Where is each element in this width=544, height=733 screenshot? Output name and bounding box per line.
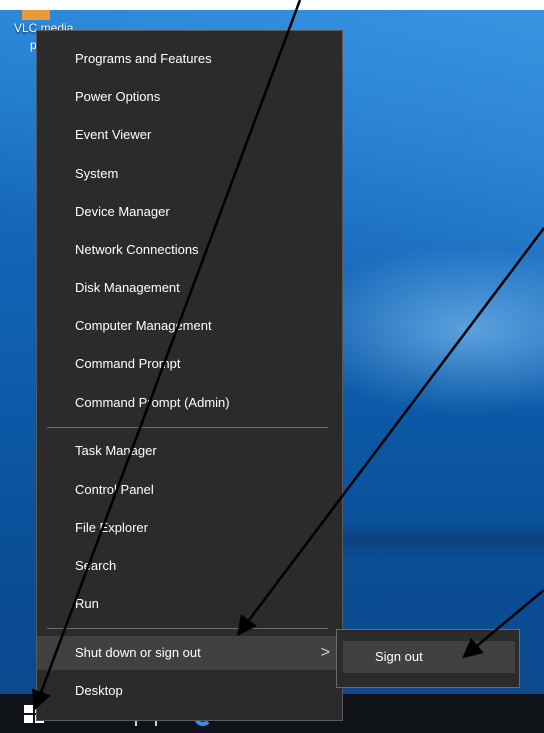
vlc-icon [22, 10, 50, 20]
menu-item-label: Shut down or sign out [75, 645, 201, 660]
menu-item-network-connections[interactable]: Network Connections [37, 235, 342, 265]
menu-item-shut-down-or-sign-out[interactable]: Shut down or sign out > [37, 636, 342, 670]
menu-item-programs-and-features[interactable]: Programs and Features [37, 44, 342, 74]
menu-item-system[interactable]: System [37, 159, 342, 189]
menu-item-computer-management[interactable]: Computer Management [37, 311, 342, 341]
winx-power-user-menu: Programs and Features Power Options Even… [36, 30, 343, 721]
menu-item-search[interactable]: Search [37, 551, 342, 581]
shut-down-submenu: Sign out [336, 629, 520, 688]
wallpaper-band [340, 520, 544, 560]
menu-item-run[interactable]: Run [37, 589, 342, 619]
menu-item-disk-management[interactable]: Disk Management [37, 273, 342, 303]
menu-item-task-manager[interactable]: Task Manager [37, 436, 342, 466]
menu-item-event-viewer[interactable]: Event Viewer [37, 120, 342, 150]
menu-item-file-explorer[interactable]: File Explorer [37, 513, 342, 543]
menu-separator [47, 427, 328, 428]
menu-item-command-prompt[interactable]: Command Prompt [37, 349, 342, 379]
menu-separator [47, 628, 328, 629]
menu-item-command-prompt-admin[interactable]: Command Prompt (Admin) [37, 388, 342, 418]
menu-item-control-panel[interactable]: Control Panel [37, 475, 342, 505]
chevron-right-icon: > [320, 644, 330, 661]
menu-item-power-options[interactable]: Power Options [37, 82, 342, 112]
submenu-item-sign-out[interactable]: Sign out [343, 641, 515, 673]
menu-item-device-manager[interactable]: Device Manager [37, 197, 342, 227]
menu-item-desktop[interactable]: Desktop [37, 676, 342, 706]
